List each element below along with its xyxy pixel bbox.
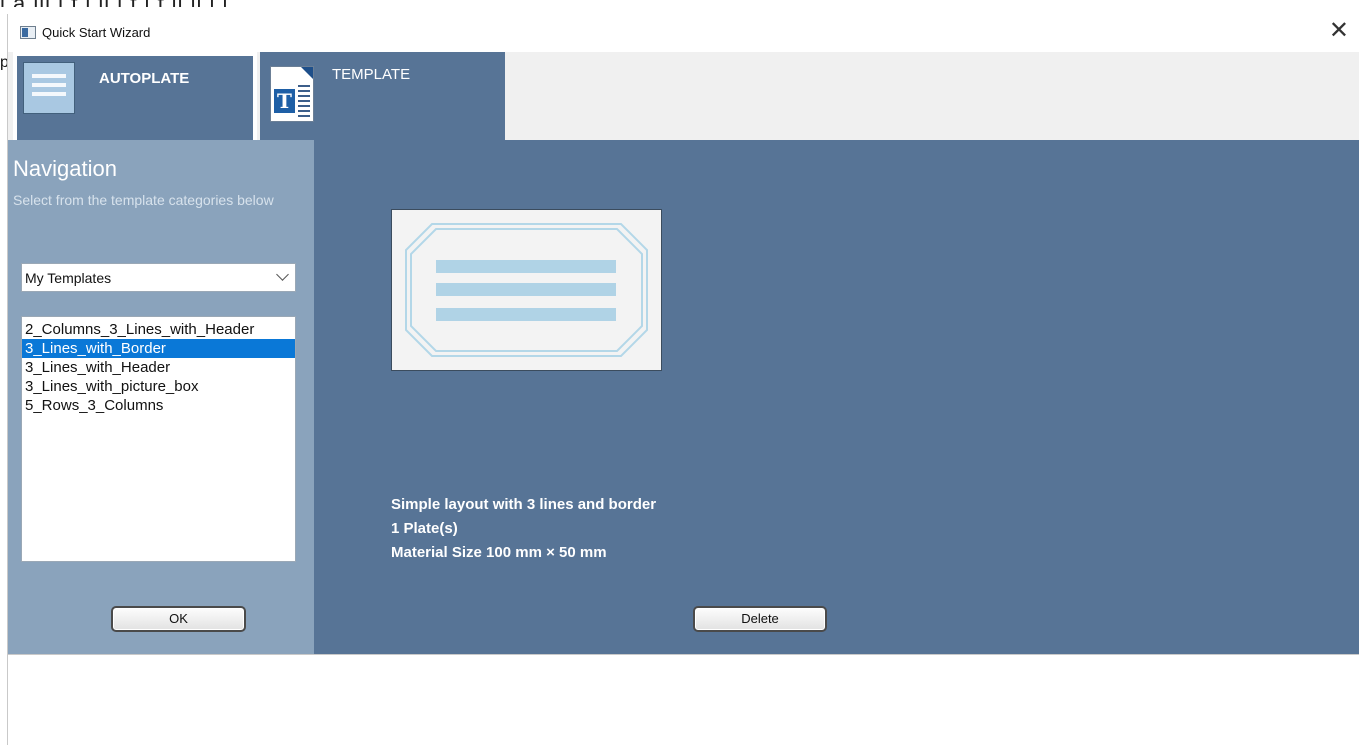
background-cutoff-text: l a ill l f l ll l f l f ll ll l l [0, 0, 1359, 7]
quick-start-wizard-window: Quick Start Wizard ✕ AUTOPLATE T TEMPLAT… [7, 14, 1359, 746]
chevron-down-icon [276, 268, 289, 281]
preview-line-2 [436, 283, 616, 296]
template-details-panel: Simple layout with 3 lines and border 1 … [314, 140, 1359, 654]
background-cutoff-char: p [0, 54, 7, 70]
preview-image [405, 223, 648, 357]
window-title: Quick Start Wizard [42, 25, 151, 40]
tab-autoplate[interactable]: AUTOPLATE [13, 52, 257, 140]
navigation-panel: Navigation Select from the template cate… [8, 140, 314, 654]
list-item[interactable]: 3_Lines_with_Header [22, 358, 295, 377]
list-item[interactable]: 2_Columns_3_Lines_with_Header [22, 320, 295, 339]
list-item-selected[interactable]: 3_Lines_with_Border [22, 339, 295, 358]
template-list[interactable]: 2_Columns_3_Lines_with_Header 3_Lines_wi… [21, 316, 296, 562]
template-icon: T [270, 66, 314, 122]
material-size: Material Size 100 mm × 50 mm [391, 544, 607, 561]
tab-strip: AUTOPLATE T TEMPLATE [8, 52, 1359, 141]
tab-autoplate-label: AUTOPLATE [99, 70, 190, 87]
delete-button[interactable]: Delete [693, 606, 827, 632]
template-preview [391, 209, 662, 371]
list-item[interactable]: 3_Lines_with_picture_box [22, 377, 295, 396]
category-dropdown[interactable]: My Templates [21, 263, 296, 292]
title-bar: Quick Start Wizard ✕ [8, 14, 1359, 52]
ok-button[interactable]: OK [111, 606, 246, 632]
tab-template[interactable]: T TEMPLATE [260, 52, 505, 141]
plate-count: 1 Plate(s) [391, 520, 458, 537]
autoplate-icon [23, 62, 75, 114]
category-dropdown-value: My Templates [25, 270, 112, 286]
close-icon[interactable]: ✕ [1329, 18, 1349, 44]
navigation-subtitle: Select from the template categories belo… [13, 192, 274, 208]
bottom-area [8, 654, 1359, 746]
navigation-title: Navigation [13, 156, 117, 181]
preview-line-3 [436, 308, 616, 321]
list-item[interactable]: 5_Rows_3_Columns [22, 396, 295, 415]
tab-template-label: TEMPLATE [332, 66, 411, 83]
wizard-app-icon [20, 26, 36, 39]
template-description: Simple layout with 3 lines and border [391, 496, 657, 513]
preview-line-1 [436, 260, 616, 273]
